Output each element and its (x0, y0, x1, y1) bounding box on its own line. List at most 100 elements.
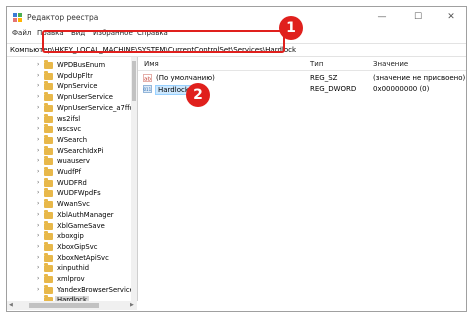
tree-item[interactable]: › XboxGipSvc (7, 241, 131, 253)
folder-icon (44, 263, 53, 273)
tree-item-label: WSearch (57, 135, 88, 144)
chevron-right-icon[interactable]: › (37, 200, 39, 207)
tree-item-label: wscsvc (57, 125, 82, 134)
chevron-right-icon[interactable]: › (37, 264, 39, 271)
chevron-right-icon[interactable]: › (37, 211, 39, 218)
folder-icon (44, 284, 53, 294)
value-type: REG_SZ (310, 74, 338, 82)
tree-item[interactable]: › ws2ifsl (7, 113, 131, 125)
chevron-right-icon[interactable]: › (37, 275, 39, 282)
value-type: REG_DWORD (310, 85, 357, 93)
folder-icon (44, 70, 53, 80)
string-value-icon: ab (143, 74, 152, 82)
scroll-right-icon[interactable]: ▶ (130, 302, 134, 308)
tree-horizontal-scrollbar[interactable]: ◀ ▶ (7, 301, 137, 310)
tree-item[interactable]: › WSearchIdxPi (7, 145, 131, 157)
tree-item[interactable]: › xmlprov (7, 274, 131, 285)
title-bar: Редактор реестра — ☐ ✕ (7, 7, 466, 28)
chevron-right-icon[interactable]: › (37, 93, 39, 100)
tree-item[interactable]: › xinputhid (7, 263, 131, 274)
tree-item[interactable]: › WPDBusEnum (7, 60, 131, 71)
tree-item[interactable]: › YandexBrowserService (7, 284, 134, 296)
chevron-right-icon[interactable]: › (37, 136, 39, 143)
tree-item[interactable]: › WwanSvc (7, 199, 131, 210)
tree-item[interactable]: › WUDFRd (7, 177, 131, 189)
step-badge-1: 1 (279, 16, 303, 40)
tree-item-label: WpdUpFltr (57, 71, 93, 80)
tree-item-label: xinputhid (57, 264, 90, 273)
tree-item-label: WpnService (57, 82, 98, 91)
tree-item-label: wuauserv (57, 157, 90, 166)
tree-item[interactable]: › WUDFWpdFs (7, 188, 131, 199)
tree-item[interactable]: › XblAuthManager (7, 209, 131, 221)
maximize-button[interactable]: ☐ (405, 9, 431, 25)
folder-icon (44, 167, 53, 176)
tree-item-label: WUDFWpdFs (57, 189, 101, 198)
tree-item-label: xboxgip (57, 232, 84, 241)
tree-item[interactable]: › wuauserv (7, 156, 131, 167)
tree-item-label: XblAuthManager (57, 210, 114, 219)
svg-text:011: 011 (144, 87, 152, 92)
tree-item-label: WSearchIdxPi (57, 146, 104, 155)
folder-icon (44, 231, 53, 241)
tree-item[interactable]: › WSearch (7, 134, 131, 146)
tree-item[interactable]: › wscsvc (7, 124, 131, 135)
tree-scroll-thumb[interactable] (132, 61, 136, 101)
column-header-type[interactable]: Тип (310, 60, 323, 68)
chevron-right-icon[interactable]: › (37, 72, 39, 79)
chevron-right-icon[interactable]: › (37, 115, 39, 122)
tree-item[interactable]: › WpnUserService (7, 92, 131, 103)
value-row-default[interactable]: ab (По умолчанию) REG_SZ (значение не пр… (138, 73, 466, 84)
tree-item-label: xmlprov (57, 275, 85, 283)
chevron-right-icon[interactable]: › (37, 254, 39, 261)
chevron-right-icon[interactable]: › (37, 61, 39, 68)
chevron-right-icon[interactable]: › (37, 168, 39, 175)
folder-icon (44, 199, 53, 209)
tree-item-label: YandexBrowserService (57, 285, 134, 294)
chevron-right-icon[interactable]: › (37, 157, 39, 164)
folder-icon (44, 145, 53, 155)
chevron-right-icon[interactable]: › (37, 147, 39, 154)
menu-file[interactable]: Файл (12, 29, 31, 37)
scroll-left-icon[interactable]: ◀ (9, 302, 13, 308)
folder-icon (44, 102, 53, 112)
dword-value-icon: 011 (143, 85, 152, 93)
tree-item-label: XboxGipSvc (57, 242, 98, 251)
tree-item-label: ws2ifsl (57, 114, 81, 123)
chevron-right-icon[interactable]: › (37, 189, 39, 196)
tree-item-label: WUDFRd (57, 178, 87, 187)
chevron-right-icon[interactable]: › (37, 179, 39, 186)
address-highlight-frame (42, 30, 285, 53)
chevron-right-icon[interactable]: › (37, 286, 39, 293)
minimize-button[interactable]: — (369, 9, 395, 25)
column-header-name[interactable]: Имя (144, 60, 159, 68)
tree-item[interactable]: › WpnService (7, 81, 131, 92)
close-button[interactable]: ✕ (438, 9, 464, 25)
tree-item[interactable]: › XblGameSave (7, 220, 131, 232)
key-tree[interactable]: › WPDBusEnum › WpdUpFltr › WpnService › WpnUser… (7, 57, 138, 301)
chevron-right-icon[interactable]: › (37, 222, 39, 229)
tree-item[interactable]: › WudfPf (7, 167, 131, 178)
tree-vertical-scrollbar[interactable] (131, 57, 137, 301)
folder-icon (44, 209, 53, 219)
chevron-right-icon[interactable]: › (37, 104, 39, 111)
tree-item[interactable]: › XboxNetApiSvc (7, 252, 131, 264)
folder-icon (44, 134, 53, 144)
value-name: (По умолчанию) (156, 74, 215, 82)
header-divider (138, 70, 466, 71)
tree-item-label: XboxNetApiSvc (57, 253, 109, 262)
chevron-right-icon[interactable]: › (37, 243, 39, 250)
tree-item[interactable]: › WpnUserService_a7ffc (7, 102, 133, 114)
window-title: Редактор реестра (27, 13, 99, 22)
tree-item[interactable]: › xboxgip (7, 231, 131, 242)
registry-app-icon (13, 13, 22, 22)
chevron-right-icon[interactable]: › (37, 125, 39, 132)
chevron-right-icon[interactable]: › (37, 232, 39, 239)
tree-item-label: WpnUserService (57, 93, 113, 102)
tree-hscroll-thumb[interactable] (29, 303, 99, 308)
column-header-value[interactable]: Значение (373, 60, 408, 68)
chevron-right-icon[interactable]: › (37, 82, 39, 89)
tree-item[interactable]: › WpdUpFltr (7, 70, 131, 82)
folder-icon (44, 124, 53, 134)
folder-icon (44, 156, 53, 166)
